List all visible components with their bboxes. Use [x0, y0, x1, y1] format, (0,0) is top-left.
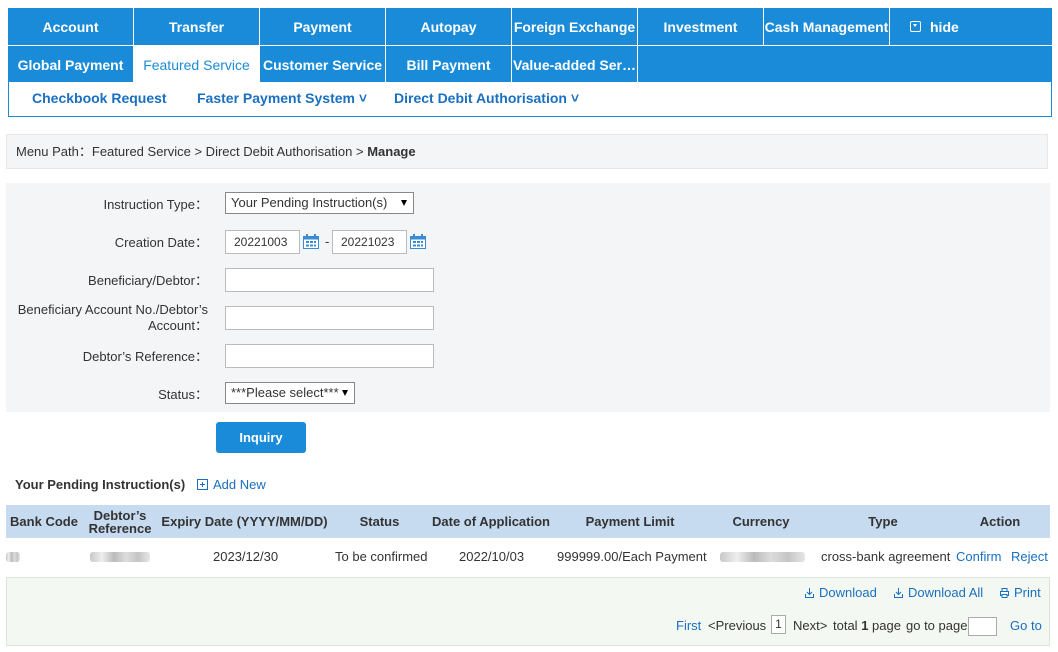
- nav-row-primary: Account Transfer Payment Autopay Foreign…: [8, 8, 1052, 45]
- tab-transfer[interactable]: Transfer: [134, 8, 260, 45]
- go-to-page-label: go to page: [906, 618, 968, 633]
- print-label: Print: [1014, 585, 1041, 600]
- dropdown-arrow-icon: [401, 200, 407, 206]
- creation-date-label: Creation Date：: [114, 235, 208, 250]
- col-currency: Currency: [732, 514, 790, 529]
- status-select[interactable]: ***Please select***: [225, 382, 355, 404]
- col-payment-limit: Payment Limit: [585, 514, 675, 529]
- currency-redacted: [720, 552, 805, 562]
- go-to-page-input[interactable]: [968, 617, 997, 636]
- hide-label: hide: [930, 18, 959, 35]
- download-all-link[interactable]: Download All: [894, 585, 983, 600]
- download-link[interactable]: Download: [805, 585, 877, 600]
- tab-cash-management[interactable]: Cash Management: [764, 8, 890, 45]
- subnav-direct-debit-authorisation[interactable]: Direct Debit Authorisation ˅: [394, 90, 579, 106]
- cell-payment-limit: 999999.00/Each Payment: [557, 549, 707, 564]
- printer-icon: [1000, 587, 1009, 598]
- subnav-faster-payment-system[interactable]: Faster Payment System ˅: [197, 90, 367, 106]
- table-footer: Download Download All Print First <Previ…: [6, 577, 1050, 646]
- hide-toggle[interactable]: hide: [890, 8, 959, 45]
- table-header: Bank Code Debtor’s Reference Expiry Date…: [6, 505, 1050, 538]
- tab-bill-payment[interactable]: Bill Payment: [386, 46, 512, 83]
- col-expiry-date: Expiry Date (YYYY/MM/DD): [161, 514, 328, 529]
- tab-investment[interactable]: Investment: [638, 8, 764, 45]
- cell-type: cross-bank agreement: [821, 549, 951, 564]
- cell-status: To be confirmed: [335, 549, 428, 564]
- date-separator: -: [325, 234, 330, 249]
- next-page-link[interactable]: Next>: [793, 618, 827, 633]
- breadcrumb: Menu Path：Featured Service > Direct Debi…: [6, 134, 1048, 169]
- bank-code-redacted: [6, 552, 20, 562]
- creation-date-from-input[interactable]: 20221003: [225, 230, 300, 254]
- tab-customer-service[interactable]: Customer Service: [260, 46, 386, 83]
- breadcrumb-path: Menu Path：Featured Service > Direct Debi…: [16, 144, 368, 159]
- go-to-button[interactable]: Go to: [1010, 618, 1042, 633]
- tab-foreign-exchange[interactable]: Foreign Exchange: [512, 8, 638, 45]
- beneficiary-label: Beneficiary/Debtor：: [88, 273, 208, 288]
- sub-nav: Checkbook Request Faster Payment System …: [8, 82, 1052, 117]
- instruction-type-label: Instruction Type：: [103, 197, 208, 212]
- calendar-icon[interactable]: [410, 234, 426, 249]
- col-debtor-reference: Debtor’s Reference: [84, 505, 156, 538]
- tab-value-added-services[interactable]: Value-added Ser…: [512, 46, 638, 83]
- creation-date-to-input[interactable]: 20221023: [332, 230, 407, 254]
- account-no-label-line1: Beneficiary Account No./Debtor’s: [17, 302, 208, 317]
- beneficiary-input[interactable]: [225, 268, 434, 292]
- nav-row-secondary: Global Payment Featured Service Customer…: [8, 45, 1052, 83]
- account-no-label: Beneficiary Account No./Debtor’s Account…: [18, 302, 208, 334]
- tab-autopay[interactable]: Autopay: [386, 8, 512, 45]
- col-date-of-application: Date of Application: [432, 514, 550, 529]
- tab-global-payment[interactable]: Global Payment: [8, 46, 134, 83]
- total-suffix: page: [868, 618, 901, 633]
- col-action: Action: [979, 514, 1021, 529]
- inquiry-button[interactable]: Inquiry: [216, 422, 306, 453]
- results-title: Your Pending Instruction(s): [15, 477, 186, 492]
- account-no-input[interactable]: [225, 306, 434, 330]
- instruction-type-value: Your Pending Instruction(s): [231, 195, 388, 210]
- calendar-icon[interactable]: [303, 234, 319, 249]
- dropdown-arrow-icon: [342, 390, 348, 396]
- status-label: Status：: [158, 387, 208, 402]
- download-icon: [894, 587, 903, 598]
- cell-date-of-application: 2022/10/03: [459, 549, 525, 564]
- tab-featured-service[interactable]: Featured Service: [134, 46, 260, 83]
- previous-page-link[interactable]: <Previous: [708, 618, 766, 633]
- status-value: ***Please select***: [231, 385, 339, 400]
- reject-link[interactable]: Reject: [1011, 549, 1048, 564]
- breadcrumb-current: Manage: [367, 144, 416, 159]
- print-link[interactable]: Print: [1000, 585, 1041, 600]
- col-bank-code: Bank Code: [10, 514, 78, 529]
- debtor-reference-input[interactable]: [225, 344, 434, 368]
- debtor-reference-label: Debtor’s Reference：: [82, 349, 208, 364]
- download-icon: [805, 587, 814, 598]
- col-debtor-reference-line2: Reference: [88, 520, 152, 536]
- col-debtor-reference-line1: Debtor’s: [93, 507, 147, 523]
- tab-payment[interactable]: Payment: [260, 8, 386, 45]
- add-new-link[interactable]: Add New: [197, 477, 266, 492]
- main-nav: Account Transfer Payment Autopay Foreign…: [8, 8, 1052, 83]
- cell-expiry-date: 2023/12/30: [213, 549, 279, 564]
- confirm-link[interactable]: Confirm: [956, 549, 1002, 564]
- current-page-box[interactable]: 1: [771, 615, 786, 634]
- first-page-link[interactable]: First: [676, 618, 701, 633]
- download-all-label: Download All: [908, 585, 984, 600]
- tab-account[interactable]: Account: [8, 8, 134, 45]
- collapse-icon: [910, 21, 921, 32]
- add-new-label: Add New: [213, 477, 266, 492]
- subnav-checkbook-request[interactable]: Checkbook Request: [32, 90, 167, 106]
- col-type: Type: [868, 514, 898, 529]
- instruction-type-select[interactable]: Your Pending Instruction(s): [225, 192, 414, 214]
- search-form: Instruction Type： Your Pending Instructi…: [6, 183, 1050, 412]
- debtor-reference-redacted: [90, 552, 150, 562]
- plus-icon: [197, 479, 208, 491]
- total-pages: total 1 page: [833, 618, 901, 633]
- account-no-label-line2: Account：: [148, 318, 208, 333]
- col-status: Status: [359, 514, 400, 529]
- download-label: Download: [819, 585, 877, 600]
- total-prefix: total: [833, 618, 862, 633]
